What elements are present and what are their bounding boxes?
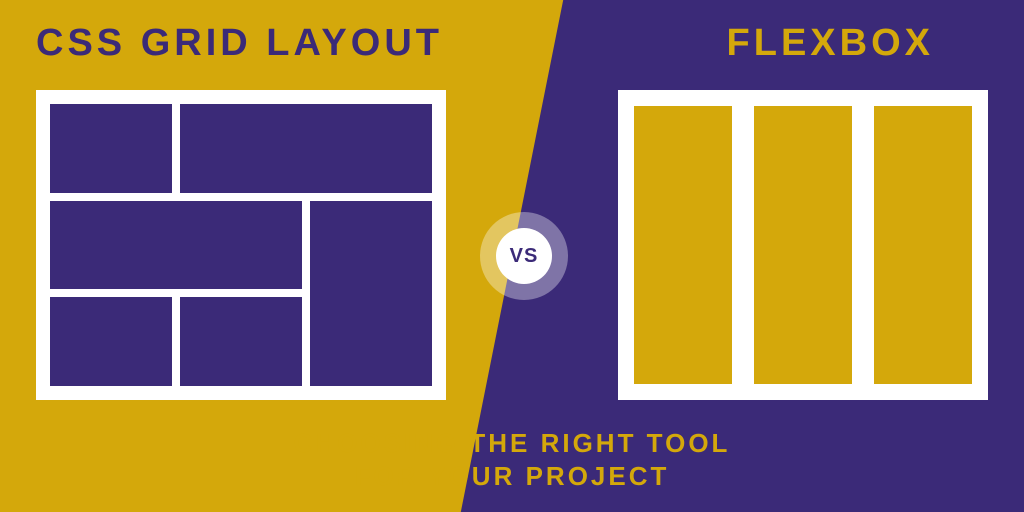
subtitle-line-1: CHOOSING THE RIGHT TOOL	[0, 427, 1024, 460]
flex-column	[634, 106, 732, 384]
subtitle-line-2: FOR YOUR PROJECT	[0, 460, 1024, 493]
flexbox-illustration	[618, 90, 988, 400]
grid-cell	[180, 297, 302, 386]
grid-cell	[50, 297, 172, 386]
grid-cell	[180, 104, 432, 193]
subtitle: CHOOSING THE RIGHT TOOL FOR YOUR PROJECT	[0, 427, 1024, 492]
grid-cell	[50, 201, 302, 290]
grid-cell	[50, 104, 172, 193]
grid-title: CSS GRID LAYOUT	[36, 22, 443, 65]
grid-layout-illustration	[36, 90, 446, 400]
vs-badge: VS	[480, 212, 568, 300]
flex-column	[754, 106, 852, 384]
vs-label: VS	[496, 228, 552, 284]
flexbox-title: FLEXBOX	[727, 22, 934, 65]
grid-cell	[310, 201, 432, 386]
flex-column	[874, 106, 972, 384]
